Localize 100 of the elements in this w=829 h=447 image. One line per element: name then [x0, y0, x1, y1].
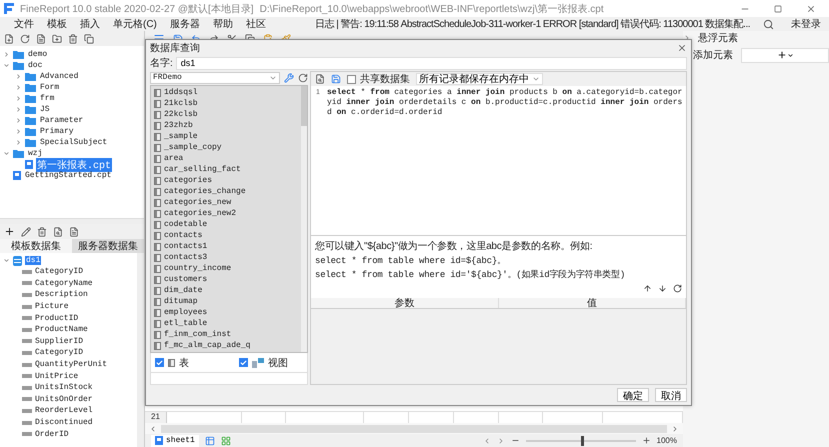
- table-item[interactable]: categories: [164, 176, 212, 185]
- table-item[interactable]: 1ddsqsl: [164, 88, 198, 97]
- add-sheet-icon[interactable]: [204, 436, 215, 446]
- menu-item[interactable]: 模板: [47, 17, 67, 31]
- table-item[interactable]: area: [164, 154, 184, 163]
- table-item[interactable]: customers: [164, 275, 208, 284]
- delete-icon[interactable]: [68, 34, 78, 44]
- folder-item[interactable]: Parameter: [39, 116, 84, 125]
- field-item[interactable]: Description: [35, 290, 88, 300]
- file-item[interactable]: 第一张报表.cpt: [36, 158, 112, 172]
- dataset-tab[interactable]: 模板数据集: [0, 239, 72, 253]
- field-item[interactable]: UnitsInStock: [35, 383, 93, 392]
- folder-item[interactable]: Form: [39, 83, 60, 92]
- scroll-left-icon[interactable]: [149, 424, 157, 432]
- menu-item[interactable]: 文件: [14, 17, 34, 31]
- folder-item[interactable]: Advanced: [39, 72, 80, 81]
- add-icon[interactable]: [776, 50, 786, 60]
- document-icon[interactable]: [36, 34, 46, 44]
- add-sheet-icon[interactable]: [220, 436, 231, 446]
- table-item[interactable]: ditumap: [164, 297, 198, 306]
- scroll-right-icon[interactable]: [671, 424, 679, 432]
- field-item[interactable]: Picture: [35, 302, 69, 312]
- folder-item[interactable]: frm: [39, 94, 56, 103]
- table-item[interactable]: employees: [164, 308, 208, 317]
- folder-item[interactable]: Primary: [39, 127, 75, 136]
- menu-item[interactable]: 帮助: [212, 17, 233, 31]
- document-icon[interactable]: [69, 226, 79, 236]
- table-item[interactable]: f_inm_com_inst: [164, 330, 232, 339]
- table-item[interactable]: categories_new2: [164, 209, 236, 218]
- folder-item[interactable]: SpecialSubject: [39, 138, 108, 147]
- caret-icon[interactable]: [786, 52, 794, 58]
- delete-icon[interactable]: [37, 226, 47, 236]
- add-icon[interactable]: [4, 226, 15, 237]
- field-item[interactable]: ProductID: [35, 314, 78, 323]
- table-item[interactable]: contacts1: [164, 242, 208, 251]
- new-file-icon[interactable]: [4, 34, 14, 44]
- zoom-in-icon[interactable]: [642, 436, 651, 445]
- refresh-icon[interactable]: [298, 72, 308, 82]
- table-item[interactable]: dim_date: [164, 286, 202, 295]
- dataset-tab[interactable]: 服务器数据集: [72, 239, 144, 253]
- refresh-icon[interactable]: [20, 34, 30, 44]
- zoom-slider-thumb[interactable]: [580, 436, 584, 446]
- preview-icon[interactable]: [53, 226, 63, 236]
- tools-icon[interactable]: [284, 72, 294, 82]
- table-item[interactable]: 22kclsb: [164, 110, 198, 119]
- table-item[interactable]: 21kclsb: [164, 99, 198, 108]
- folder-item[interactable]: wzj: [27, 149, 44, 158]
- file-item[interactable]: GettingStarted.cpt: [24, 171, 112, 180]
- search-icon[interactable]: [763, 18, 774, 30]
- table-item[interactable]: 23zhzb: [164, 121, 193, 130]
- folder-plus-icon[interactable]: [52, 34, 62, 44]
- table-item[interactable]: country_income: [164, 264, 232, 273]
- filter-checkbox[interactable]: [239, 358, 248, 367]
- field-item[interactable]: CategoryID: [35, 267, 84, 276]
- table-item[interactable]: categories_new: [164, 198, 232, 207]
- table-item[interactable]: contacts3: [164, 253, 208, 262]
- share-checkbox[interactable]: [347, 74, 356, 84]
- table-item[interactable]: codetable: [164, 220, 208, 229]
- scrollbar-thumb[interactable]: [301, 86, 307, 126]
- field-item[interactable]: SupplierID: [35, 336, 84, 346]
- connection-dropdown[interactable]: FRDemo: [150, 72, 280, 84]
- close-icon[interactable]: [677, 42, 687, 52]
- field-item[interactable]: Discontinued: [35, 418, 93, 428]
- field-item[interactable]: ProductName: [35, 325, 88, 334]
- copy-icon[interactable]: [84, 34, 94, 44]
- dataset-item[interactable]: ds1: [25, 256, 42, 265]
- field-item[interactable]: UnitPrice: [35, 372, 78, 381]
- table-item[interactable]: _sample_copy: [164, 143, 222, 152]
- name-field[interactable]: ds1: [176, 56, 687, 70]
- storage-dropdown[interactable]: 所有记录都保存在内存中: [416, 73, 543, 85]
- edit-icon[interactable]: [21, 226, 31, 236]
- table-item[interactable]: _sample: [164, 132, 198, 141]
- field-item[interactable]: CategoryName: [35, 278, 93, 288]
- folder-item[interactable]: demo: [27, 50, 48, 59]
- table-item[interactable]: f_mc_alm_cap_ade_q: [164, 341, 250, 350]
- dialog-button[interactable]: 确定: [617, 388, 649, 402]
- field-item[interactable]: QuantityPerUnit: [35, 360, 108, 370]
- table-item[interactable]: contacts: [164, 231, 202, 240]
- close-icon[interactable]: [806, 4, 816, 14]
- field-item[interactable]: OrderID: [35, 430, 69, 439]
- menu-item[interactable]: 服务器: [170, 17, 200, 31]
- table-item[interactable]: car_selling_fact: [164, 165, 241, 174]
- maximize-icon[interactable]: [774, 4, 782, 12]
- menu-item[interactable]: 插入: [80, 17, 100, 31]
- field-item[interactable]: UnitsOnOrder: [35, 394, 93, 404]
- menu-item[interactable]: 单元格(C): [113, 17, 157, 31]
- field-item[interactable]: ReorderLevel: [35, 406, 93, 416]
- menu-item[interactable]: 社区: [246, 17, 266, 31]
- folder-item[interactable]: JS: [39, 105, 51, 114]
- dialog-button[interactable]: 取消: [655, 388, 687, 402]
- field-item[interactable]: CategoryID: [35, 348, 84, 358]
- scrollbar-thumb[interactable]: [161, 424, 667, 432]
- preview-icon[interactable]: [315, 74, 325, 84]
- table-item[interactable]: etl_table: [164, 319, 208, 328]
- sheet-tab[interactable]: sheet1: [151, 434, 199, 446]
- folder-item[interactable]: doc: [27, 61, 44, 70]
- table-item[interactable]: categories_change: [164, 187, 246, 196]
- login-link[interactable]: 未登录: [791, 17, 821, 31]
- filter-checkbox[interactable]: [155, 358, 164, 367]
- save-icon[interactable]: [331, 74, 341, 84]
